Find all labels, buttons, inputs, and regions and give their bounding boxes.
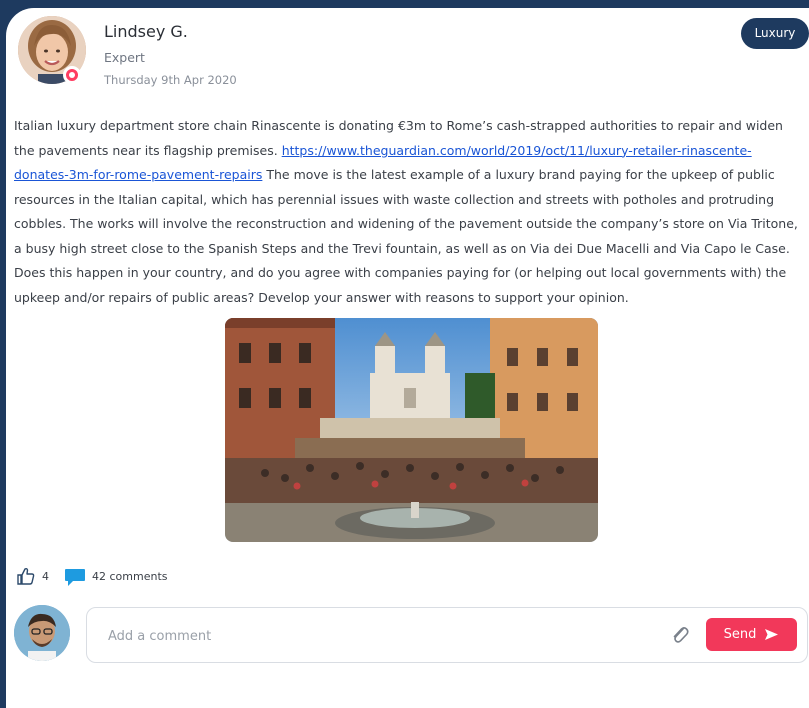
post-image[interactable] xyxy=(225,318,598,542)
current-user-avatar xyxy=(14,605,70,661)
comment-input[interactable] xyxy=(106,624,650,648)
post-body-text-end: The move is the latest example of a luxu… xyxy=(14,167,798,305)
comment-count[interactable]: 42 comments xyxy=(92,570,168,583)
post-date: Thursday 9th Apr 2020 xyxy=(104,73,237,87)
send-arrow-icon xyxy=(765,629,779,640)
author-role: Expert xyxy=(104,50,145,65)
paperclip-icon[interactable] xyxy=(670,624,690,646)
like-count: 4 xyxy=(42,570,49,583)
send-button-label: Send xyxy=(723,627,757,642)
comment-bubble-icon[interactable] xyxy=(64,567,86,587)
category-tag[interactable]: Luxury xyxy=(741,18,809,49)
send-button[interactable]: Send xyxy=(706,618,797,651)
post-body: Italian luxury department store chain Ri… xyxy=(14,114,806,310)
thumbs-up-icon[interactable] xyxy=(16,566,36,586)
author-name[interactable]: Lindsey G. xyxy=(104,22,188,41)
online-status-badge xyxy=(63,66,81,84)
